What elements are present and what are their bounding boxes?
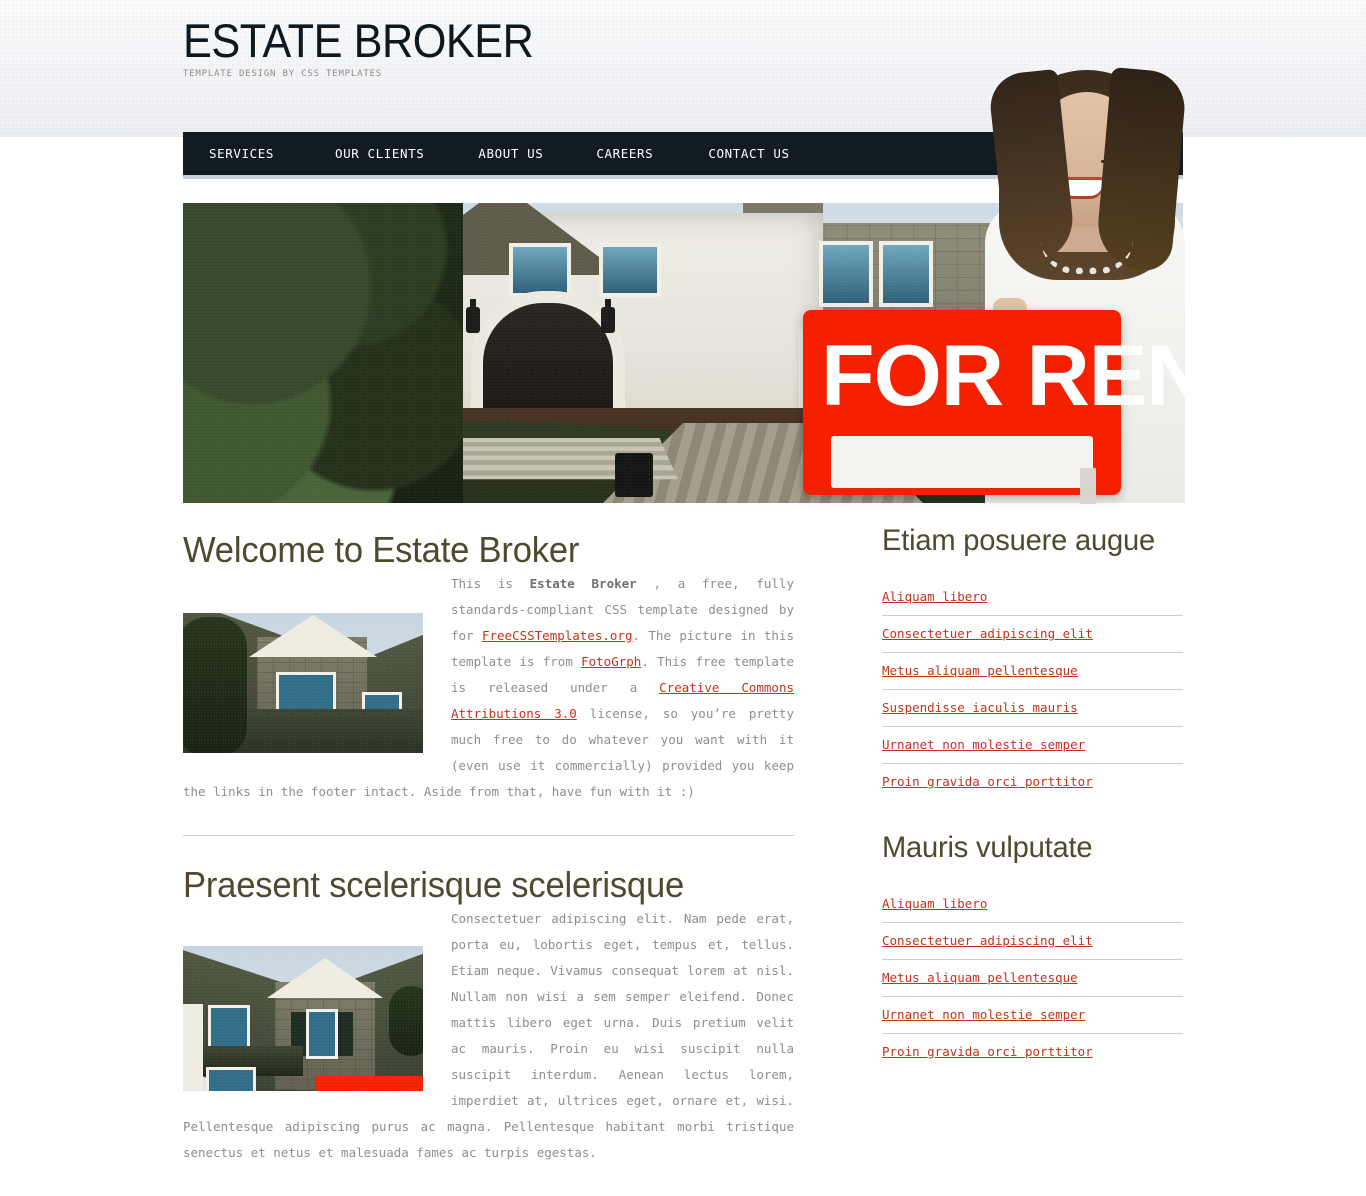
sidebar-link-etiam-5[interactable]: Urnanet non molestie semper [882,727,1183,763]
for-rent-sign-blank-panel [831,436,1093,488]
for-rent-sign: FOR RENT [803,310,1262,495]
article-welcome: Welcome to Estate Broker This is Estate … [183,529,794,805]
nav-link-services[interactable]: Services [209,146,274,161]
banner-window-4 [883,245,929,303]
banner-lamp-left [466,299,480,333]
site-tagline: Template design by CSS Templates [183,69,382,79]
page-root: ESTATE BROKER Template design by CSS Tem… [0,0,1366,1196]
nav-item-services[interactable]: Services [183,146,274,161]
sidebar-heading-mauris: Mauris vulputate [882,831,1093,864]
nav-link-about-us[interactable]: About Us [478,146,543,161]
link-fotogrph[interactable]: FotoGrph [581,654,641,669]
nav-item-our-clients[interactable]: Our Clients [274,146,424,161]
list-item[interactable]: Metus aliquam pellentesque [882,960,1183,997]
sidebar-link-etiam-6[interactable]: Proin gravida orci porttitor [882,764,1183,800]
nav-item-careers[interactable]: Careers [543,146,653,161]
nav-link-our-clients[interactable]: Our Clients [335,146,424,161]
sidebar-link-etiam-1[interactable]: Aliquam libero [882,579,1183,615]
sidebar-link-mauris-2[interactable]: Consectetuer adipiscing elit [882,923,1183,959]
banner-window-3 [823,245,869,303]
sidebar-block-etiam: Etiam posuere augue Aliquam libero Conse… [882,523,1183,800]
nav-link-careers[interactable]: Careers [596,146,653,161]
nav-item-contact-us[interactable]: Contact Us [653,146,789,161]
list-item[interactable]: Urnanet non molestie semper [882,727,1183,764]
thumb2-texture [183,946,423,1091]
content-column: Welcome to Estate Broker This is Estate … [183,529,794,1166]
link-freecsstemplates[interactable]: FreeCSSTemplates.org [482,628,633,643]
for-rent-sign-post [1080,468,1096,504]
banner-lamp-right [601,299,615,333]
list-item[interactable]: Proin gravida orci porttitor [882,764,1183,800]
welcome-bold-brand: Estate Broker [529,576,637,591]
section-divider [183,835,794,836]
list-item[interactable]: Consectetuer adipiscing elit [882,616,1183,653]
article-praesent-thumbnail[interactable] [183,946,423,1091]
article-welcome-heading: Welcome to Estate Broker [183,529,580,570]
nav-link-contact-us[interactable]: Contact Us [708,146,789,161]
banner-window-1 [513,247,567,293]
sidebar-heading-etiam: Etiam posuere augue [882,524,1155,557]
sidebar-link-mauris-5[interactable]: Proin gravida orci porttitor [882,1034,1183,1070]
sidebar-list-mauris: Aliquam libero Consectetuer adipiscing e… [882,886,1183,1070]
sidebar-list-etiam: Aliquam libero Consectetuer adipiscing e… [882,579,1183,800]
welcome-text-0: This is [451,576,530,591]
list-item[interactable]: Proin gravida orci porttitor [882,1034,1183,1070]
article-praesent-heading: Praesent scelerisque scelerisque [183,864,685,905]
for-rent-sign-text: FOR RENT [821,328,1262,424]
banner-mailbox [615,453,653,497]
article-praesent: Praesent scelerisque scelerisque Consect… [183,864,794,1166]
sidebar-link-etiam-3[interactable]: Metus aliquam pellentesque [882,653,1183,689]
sidebar-column: Etiam posuere augue Aliquam libero Conse… [882,523,1183,1070]
list-item[interactable]: Urnanet non molestie semper [882,997,1183,1034]
article-welcome-thumbnail[interactable] [183,613,423,753]
banner-window-2 [603,247,657,293]
list-item[interactable]: Metus aliquam pellentesque [882,653,1183,690]
list-item[interactable]: Aliquam libero [882,886,1183,923]
sidebar-link-mauris-3[interactable]: Metus aliquam pellentesque [882,960,1183,996]
sidebar-link-etiam-2[interactable]: Consectetuer adipiscing elit [882,616,1183,652]
nav-item-about-us[interactable]: About Us [424,146,543,161]
sidebar-link-mauris-1[interactable]: Aliquam libero [882,886,1183,922]
list-item[interactable]: Aliquam libero [882,579,1183,616]
list-item[interactable]: Suspendisse iaculis mauris [882,690,1183,727]
site-title: ESTATE BROKER [183,14,534,67]
banner-foliage-left [183,203,463,503]
list-item[interactable]: Consectetuer adipiscing elit [882,923,1183,960]
sidebar-block-mauris: Mauris vulputate Aliquam libero Consecte… [882,830,1183,1070]
sidebar-link-mauris-4[interactable]: Urnanet non molestie semper [882,997,1183,1033]
sidebar-link-etiam-4[interactable]: Suspendisse iaculis mauris [882,690,1183,726]
thumb1-texture [183,613,423,753]
site-logo[interactable]: ESTATE BROKER Template design by CSS Tem… [183,16,564,79]
